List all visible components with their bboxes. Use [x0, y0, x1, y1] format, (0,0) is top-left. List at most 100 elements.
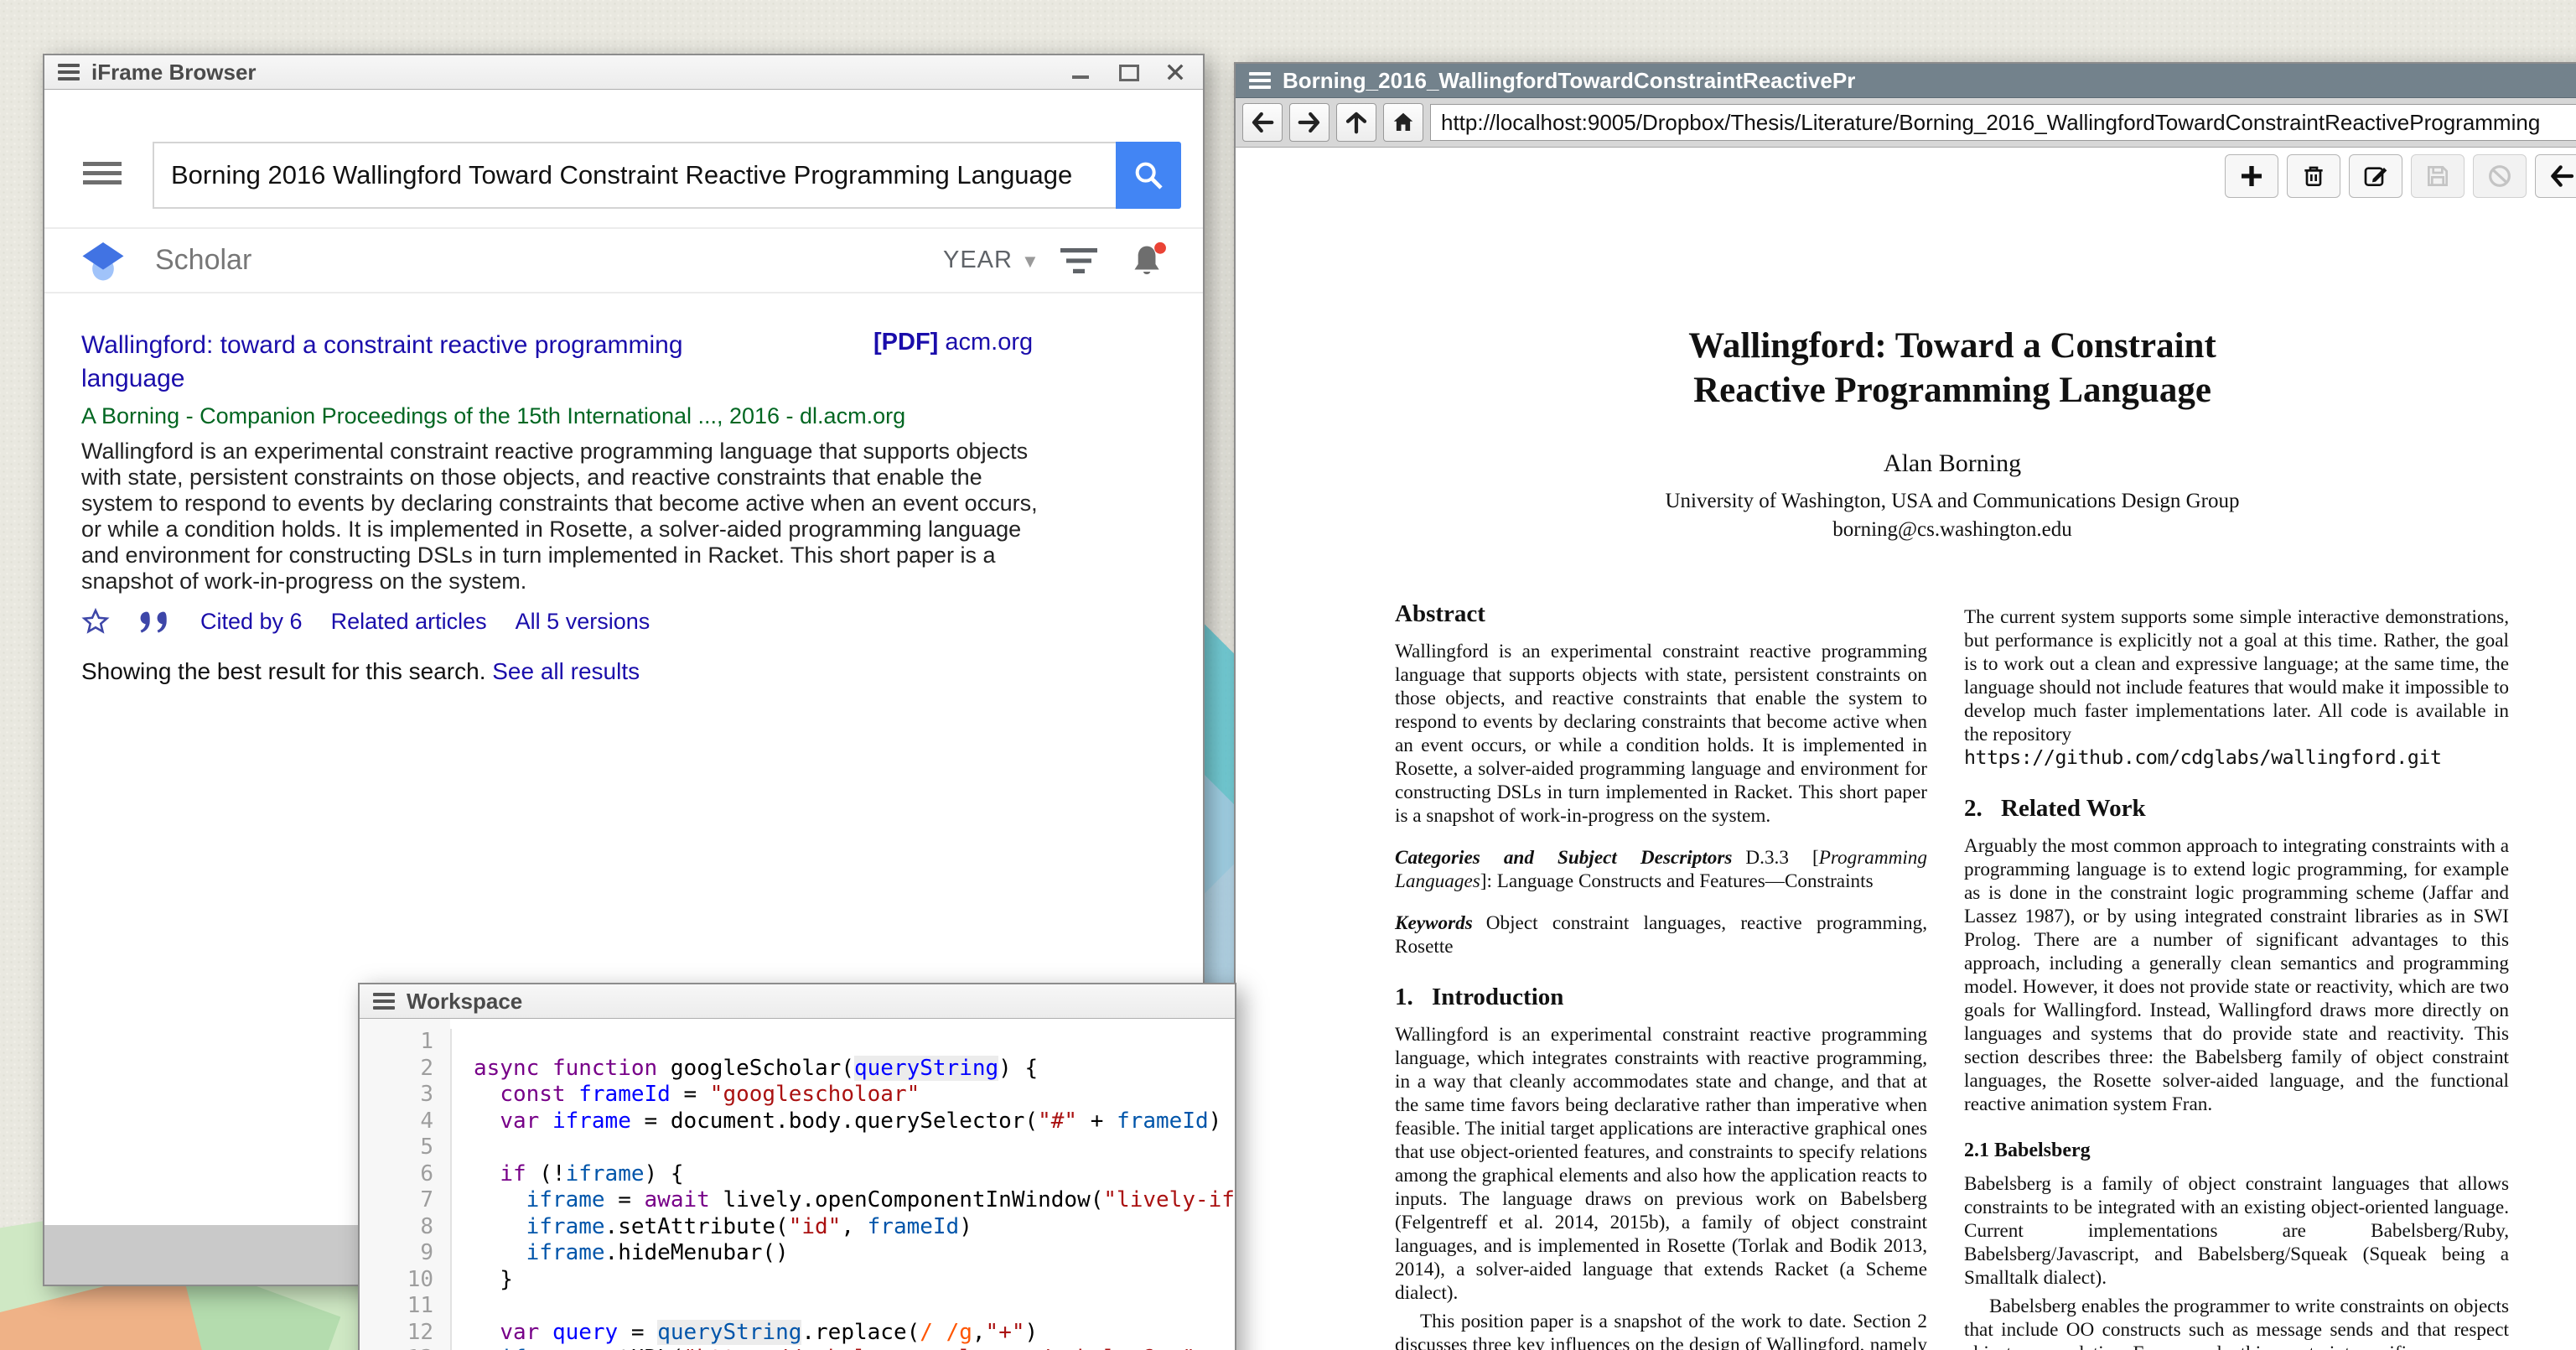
- see-all-results-link[interactable]: See all results: [492, 658, 640, 684]
- paper-paragraph: Wallingford is an experimental constrain…: [1395, 1023, 1927, 1305]
- code-line[interactable]: 2async function googleScholar(queryStrin…: [360, 1056, 1235, 1083]
- code-line[interactable]: 3 const frameId = "googlescholoar": [360, 1082, 1235, 1109]
- code-line[interactable]: 10 }: [360, 1267, 1235, 1294]
- scholar-header: Scholar YEAR▼: [44, 227, 1203, 293]
- paper-paragraph: Arguably the most common approach to int…: [1964, 834, 2509, 1116]
- search-results: Wallingford: toward a constraint reactiv…: [44, 293, 1203, 685]
- add-icon: [2238, 163, 2265, 190]
- related-articles-link[interactable]: Related articles: [331, 609, 487, 635]
- window-menu-icon[interactable]: [1249, 69, 1271, 92]
- forward-button[interactable]: [1289, 103, 1329, 142]
- trash-icon: [2300, 163, 2327, 190]
- filter-icon[interactable]: [1059, 247, 1099, 277]
- workspace-window: Workspace 12async function googleScholar…: [358, 983, 1236, 1350]
- line-number: 8: [360, 1214, 452, 1241]
- code-line[interactable]: 12 var query = queryString.replace(/ /g,…: [360, 1320, 1235, 1347]
- code-line[interactable]: 11: [360, 1293, 1235, 1320]
- add-button[interactable]: [2225, 154, 2278, 198]
- pdf-window-titlebar[interactable]: Borning_2016_WallingfordTowardConstraint…: [1236, 64, 2576, 98]
- search-button[interactable]: [1116, 142, 1181, 209]
- code-line[interactable]: 1: [360, 1029, 1235, 1056]
- pdf-content: Wallingford: Toward a Constraint Reactiv…: [1236, 148, 2576, 1350]
- scholar-logo-icon[interactable]: [80, 236, 127, 283]
- result-snippet: Wallingford is an experimental constrain…: [81, 439, 1054, 595]
- all-versions-link[interactable]: All 5 versions: [516, 609, 650, 635]
- url-input[interactable]: [1430, 104, 2576, 141]
- star-icon[interactable]: [81, 607, 110, 636]
- maximize-icon[interactable]: [1117, 63, 1139, 81]
- line-number: 6: [360, 1161, 452, 1188]
- edit-pencil-icon: [2362, 163, 2389, 190]
- back-arrow-icon: [1250, 110, 1275, 135]
- workspace-titlebar[interactable]: Workspace: [360, 984, 1235, 1019]
- pdf-edit-toolbar: [2225, 154, 2576, 198]
- code-line[interactable]: 7 iframe = await lively.openComponentInW…: [360, 1187, 1235, 1214]
- line-number: 9: [360, 1240, 452, 1267]
- window-menu-icon[interactable]: [58, 60, 80, 84]
- minimize-icon[interactable]: [1070, 63, 1092, 81]
- code-line[interactable]: 8 iframe.setAttribute("id", frameId): [360, 1214, 1235, 1241]
- paper-left-column: Abstract Wallingford is an experimental …: [1395, 600, 1927, 1350]
- edit-button[interactable]: [2349, 154, 2402, 198]
- up-button[interactable]: [1336, 103, 1376, 142]
- bell-icon[interactable]: [1127, 239, 1169, 281]
- cite-quote-icon[interactable]: [138, 609, 172, 634]
- scholar-menu-icon[interactable]: [83, 162, 122, 190]
- code-line[interactable]: 9 iframe.hideMenubar(): [360, 1240, 1235, 1267]
- paper-paragraph: Wallingford is an experimental constrain…: [1395, 640, 1927, 828]
- code-line[interactable]: 6 if (!iframe) {: [360, 1161, 1235, 1188]
- code-line[interactable]: 5: [360, 1135, 1235, 1161]
- block-icon: [2486, 163, 2513, 190]
- paper-paragraph: This position paper is a snapshot of the…: [1395, 1310, 1927, 1350]
- window-title: iFrame Browser: [91, 60, 257, 86]
- paper-affiliation: University of Washington, USA and Commun…: [1395, 490, 2510, 513]
- scholar-brand[interactable]: Scholar: [155, 229, 251, 292]
- chevron-down-icon: ▼: [1021, 251, 1040, 272]
- history-back-button[interactable]: [2535, 154, 2576, 198]
- paper-email: borning@cs.washington.edu: [1395, 518, 2510, 542]
- notification-dot: [1154, 242, 1166, 254]
- delete-button[interactable]: [2287, 154, 2340, 198]
- window-title: Workspace: [407, 989, 522, 1015]
- line-number: 4: [360, 1109, 452, 1135]
- window-title: Borning_2016_WallingfordTowardConstraint…: [1283, 68, 1855, 94]
- result-byline: A Borning - Companion Proceedings of the…: [81, 403, 1169, 429]
- year-filter-dropdown[interactable]: YEAR▼: [943, 229, 1040, 293]
- line-number: 7: [360, 1187, 452, 1214]
- back-arrow-icon: [2548, 163, 2575, 190]
- iframe-browser-titlebar[interactable]: iFrame Browser: [44, 55, 1203, 90]
- result-pdf-link[interactable]: [PDF] acm.org: [873, 329, 1033, 356]
- paper-categories: Categories and Subject DescriptorsD.3.3 …: [1395, 846, 1927, 893]
- back-button[interactable]: [1242, 103, 1283, 142]
- line-number: 12: [360, 1320, 452, 1347]
- code-line[interactable]: 4 var iframe = document.body.querySelect…: [360, 1109, 1235, 1135]
- introduction-heading: 1.Introduction: [1395, 984, 1927, 1011]
- line-number: 13: [360, 1346, 452, 1350]
- desktop: iFrame Browser: [0, 0, 2576, 1350]
- line-number: 10: [360, 1267, 452, 1294]
- pdf-nav-toolbar: [1236, 98, 2576, 148]
- save-button[interactable]: [2411, 154, 2465, 198]
- paper-right-column: The current system supports some simple …: [1964, 600, 2509, 1350]
- up-arrow-icon: [1344, 110, 1369, 135]
- cited-by-link[interactable]: Cited by 6: [200, 609, 303, 635]
- close-icon[interactable]: [1164, 63, 1186, 81]
- related-work-heading: 2.Related Work: [1964, 795, 2509, 823]
- window-menu-icon[interactable]: [373, 989, 395, 1013]
- paper-page: Wallingford: Toward a Constraint Reactiv…: [1395, 324, 2576, 1350]
- code-editor[interactable]: 12async function googleScholar(queryStri…: [360, 1019, 1235, 1350]
- search-input[interactable]: [153, 142, 1116, 209]
- result-actions: Cited by 6 Related articles All 5 versio…: [81, 607, 1169, 636]
- line-number: 11: [360, 1293, 452, 1320]
- home-button[interactable]: [1383, 103, 1423, 142]
- repository-url: https://github.com/cdglabs/wallingford.g…: [1964, 746, 2509, 770]
- paper-paragraph: The current system supports some simple …: [1964, 605, 2509, 746]
- line-number: 3: [360, 1082, 452, 1109]
- paper-author: Alan Borning: [1395, 449, 2510, 478]
- result-title-link[interactable]: Wallingford: toward a constraint reactiv…: [81, 329, 769, 396]
- pdf-viewer-window: Borning_2016_WallingfordTowardConstraint…: [1234, 62, 2576, 1350]
- line-number: 1: [360, 1029, 452, 1056]
- cancel-button[interactable]: [2473, 154, 2527, 198]
- forward-arrow-icon: [1297, 110, 1322, 135]
- code-line[interactable]: 13 iframe.setURL("https://scholar.google…: [360, 1346, 1235, 1350]
